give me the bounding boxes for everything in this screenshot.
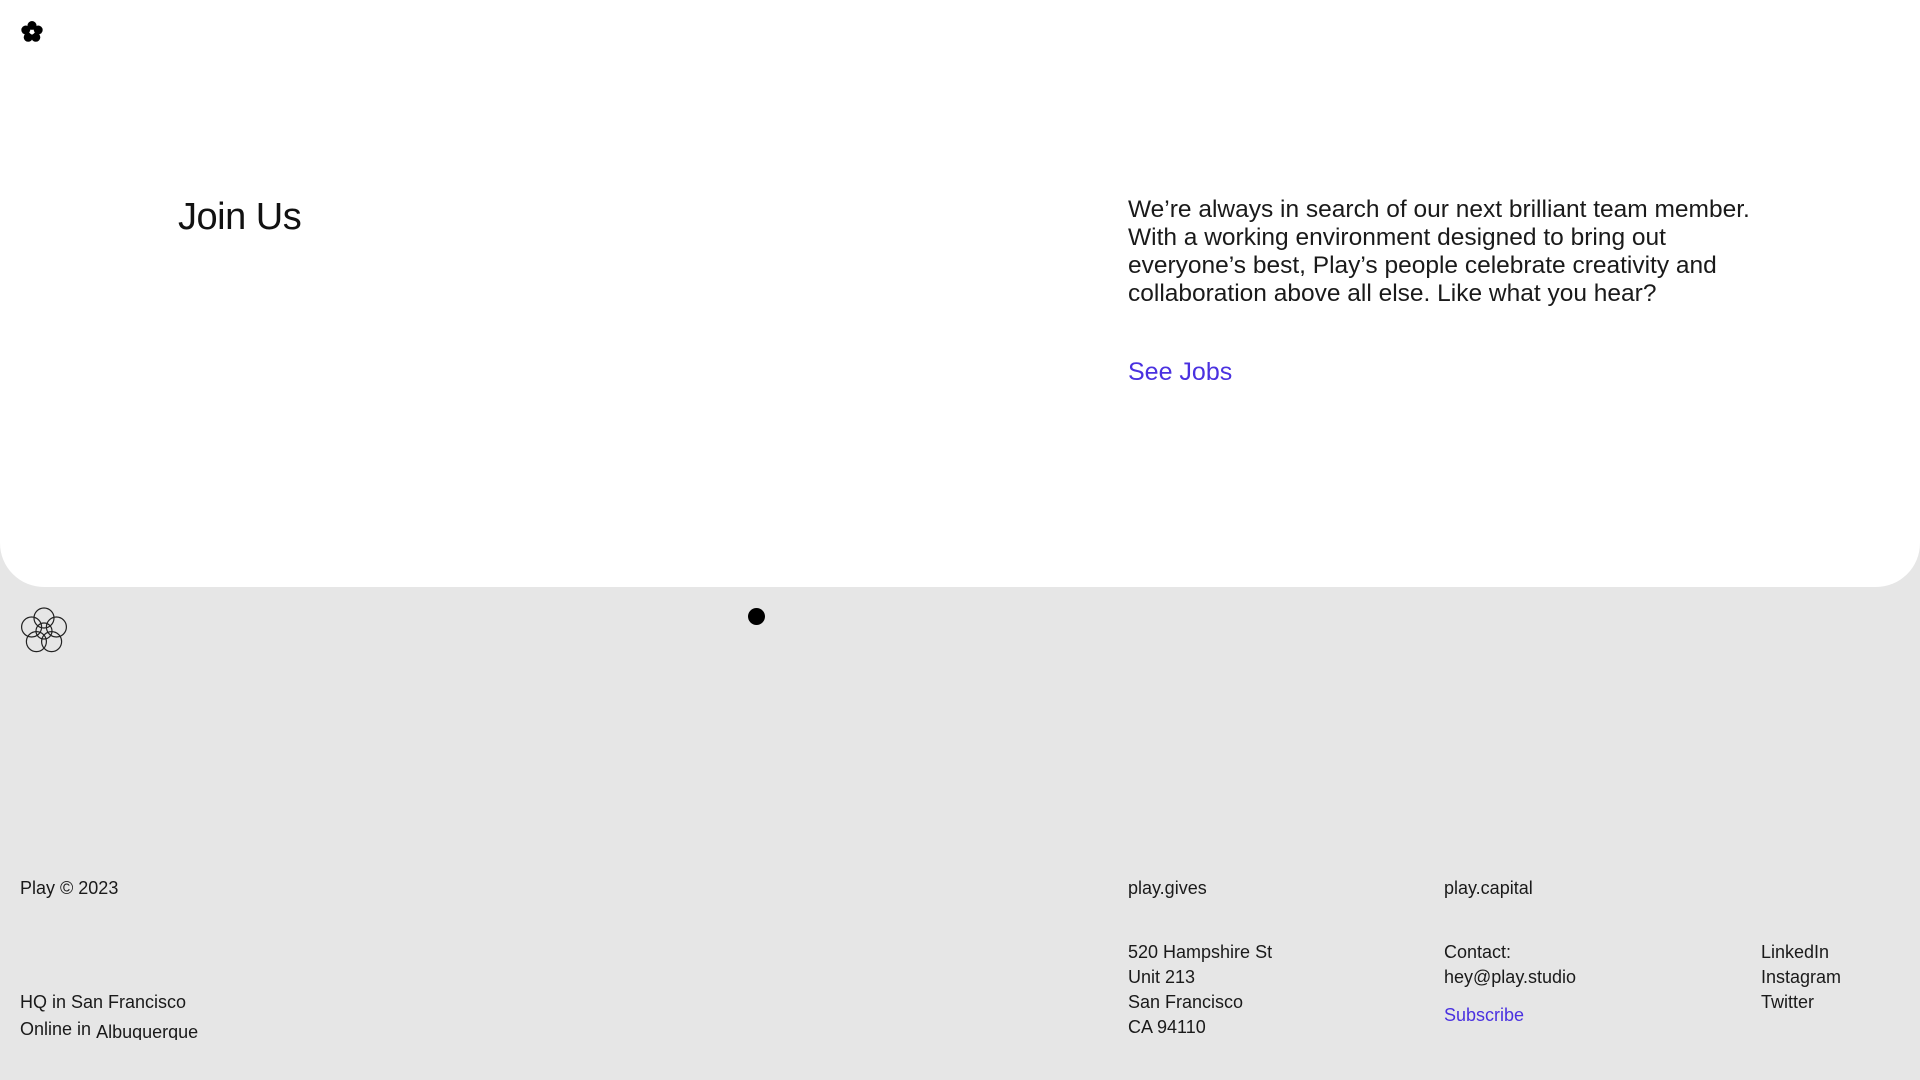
join-us-heading: Join Us [178,196,302,238]
address-block: 520 Hampshire St Unit 213 San Francisco … [1128,940,1272,1040]
cursor-dot [748,608,765,625]
online-city: Albuquerque [96,1022,199,1040]
linkedin-link[interactable]: LinkedIn [1761,940,1841,965]
see-jobs-link[interactable]: See Jobs [1128,358,1232,387]
hq-location: HQ in San Francisco [20,992,187,1012]
flower-outline-icon[interactable] [19,606,69,656]
address-line: 520 Hampshire St [1128,942,1273,962]
instagram-link[interactable]: Instagram [1761,965,1841,990]
copyright: Play © 2023 [20,878,119,898]
address-line: San Francisco [1128,992,1244,1012]
contact-label: Contact: [1444,942,1512,962]
twitter-link[interactable]: Twitter [1761,990,1841,1015]
join-us-description: We’re always in search of our next brill… [1128,196,1750,307]
social-links: LinkedIn Instagram Twitter [1761,940,1841,1015]
flower-icon[interactable] [20,20,44,44]
online-prefix: Online in [20,1019,92,1039]
address-line: Unit 213 [1128,967,1196,987]
play-gives-link[interactable]: play.gives [1128,876,1207,901]
contact-email-link[interactable]: hey@play.studio [1444,965,1576,990]
play-capital-link[interactable]: play.capital [1444,876,1533,901]
subscribe-link[interactable]: Subscribe [1444,1003,1576,1028]
locations: HQ in San Francisco Online in Albuquerqu… [20,990,198,1042]
address-line: CA 94110 [1128,1017,1206,1037]
contact-block: Contact: hey@play.studio Subscribe [1444,940,1576,1028]
join-us-panel: Join Us We’re always in search of our ne… [0,0,1920,587]
